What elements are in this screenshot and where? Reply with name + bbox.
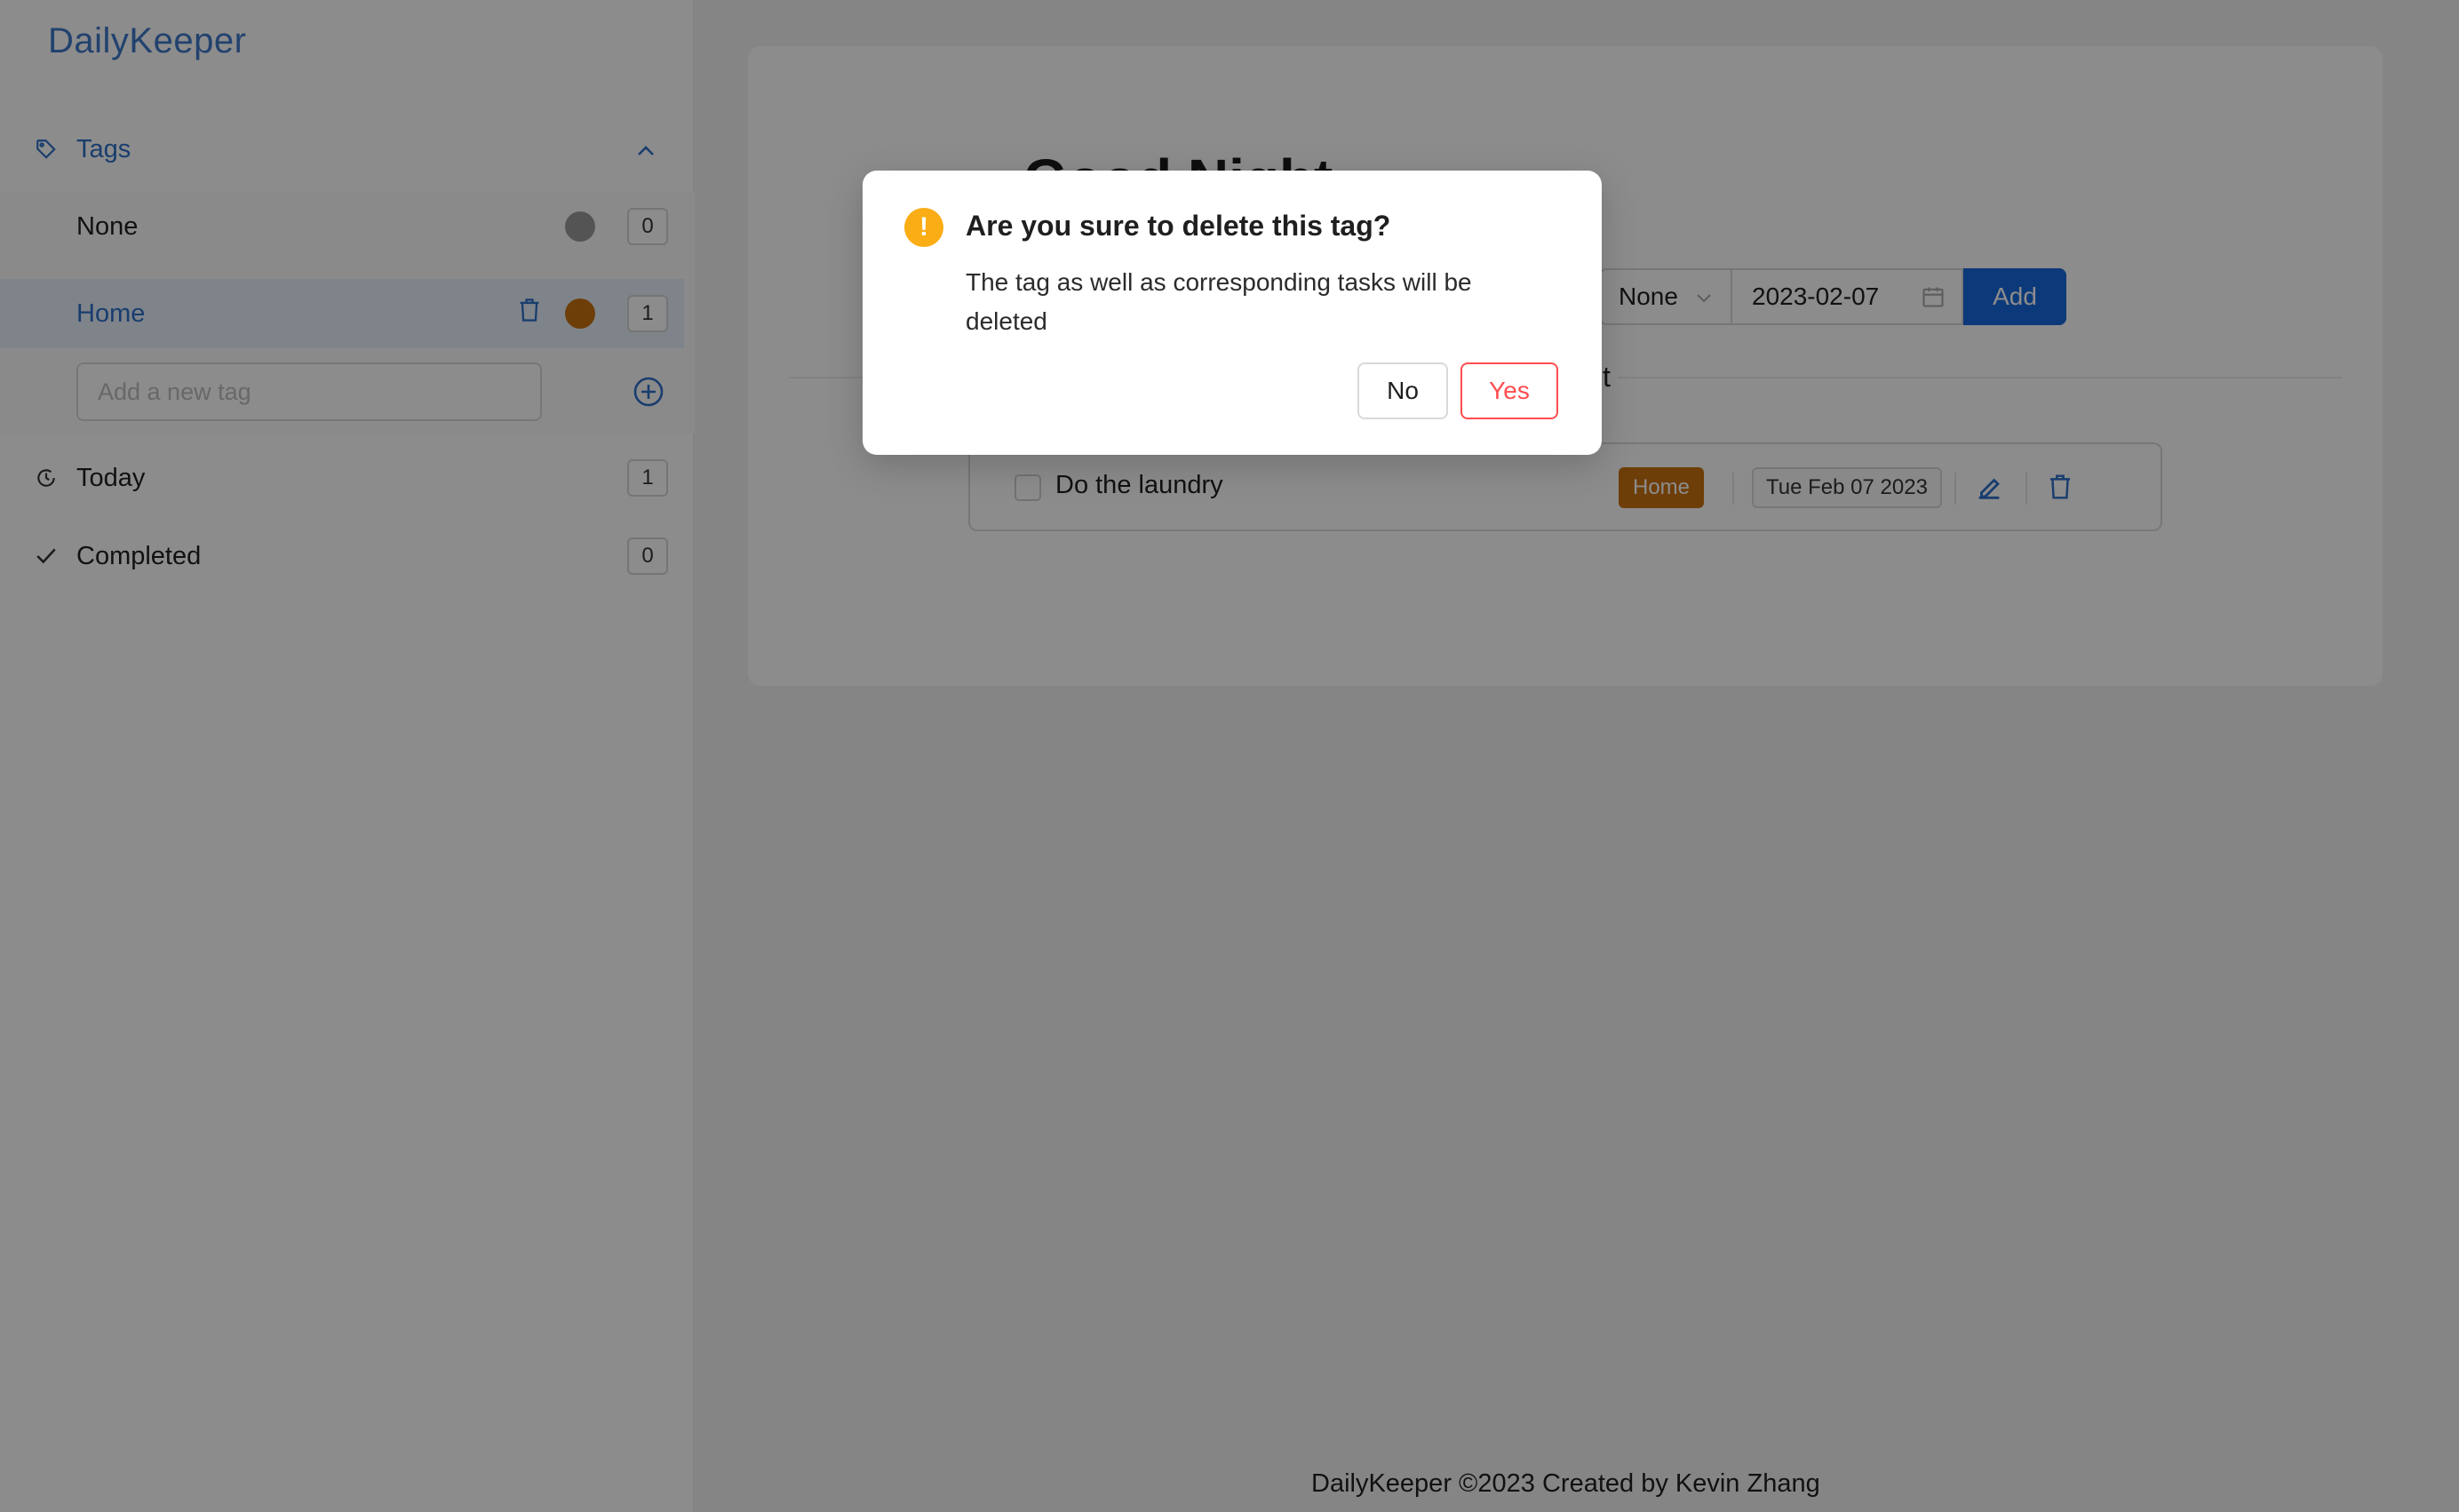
yes-button[interactable]: Yes bbox=[1460, 362, 1558, 419]
exclamation-icon: ! bbox=[904, 208, 943, 247]
no-button[interactable]: No bbox=[1357, 362, 1448, 419]
delete-tag-confirm-dialog: ! Are you sure to delete this tag? The t… bbox=[863, 171, 1602, 455]
dialog-message: The tag as well as corresponding tasks w… bbox=[966, 268, 1472, 335]
dialog-title: Are you sure to delete this tag? bbox=[966, 210, 1391, 242]
